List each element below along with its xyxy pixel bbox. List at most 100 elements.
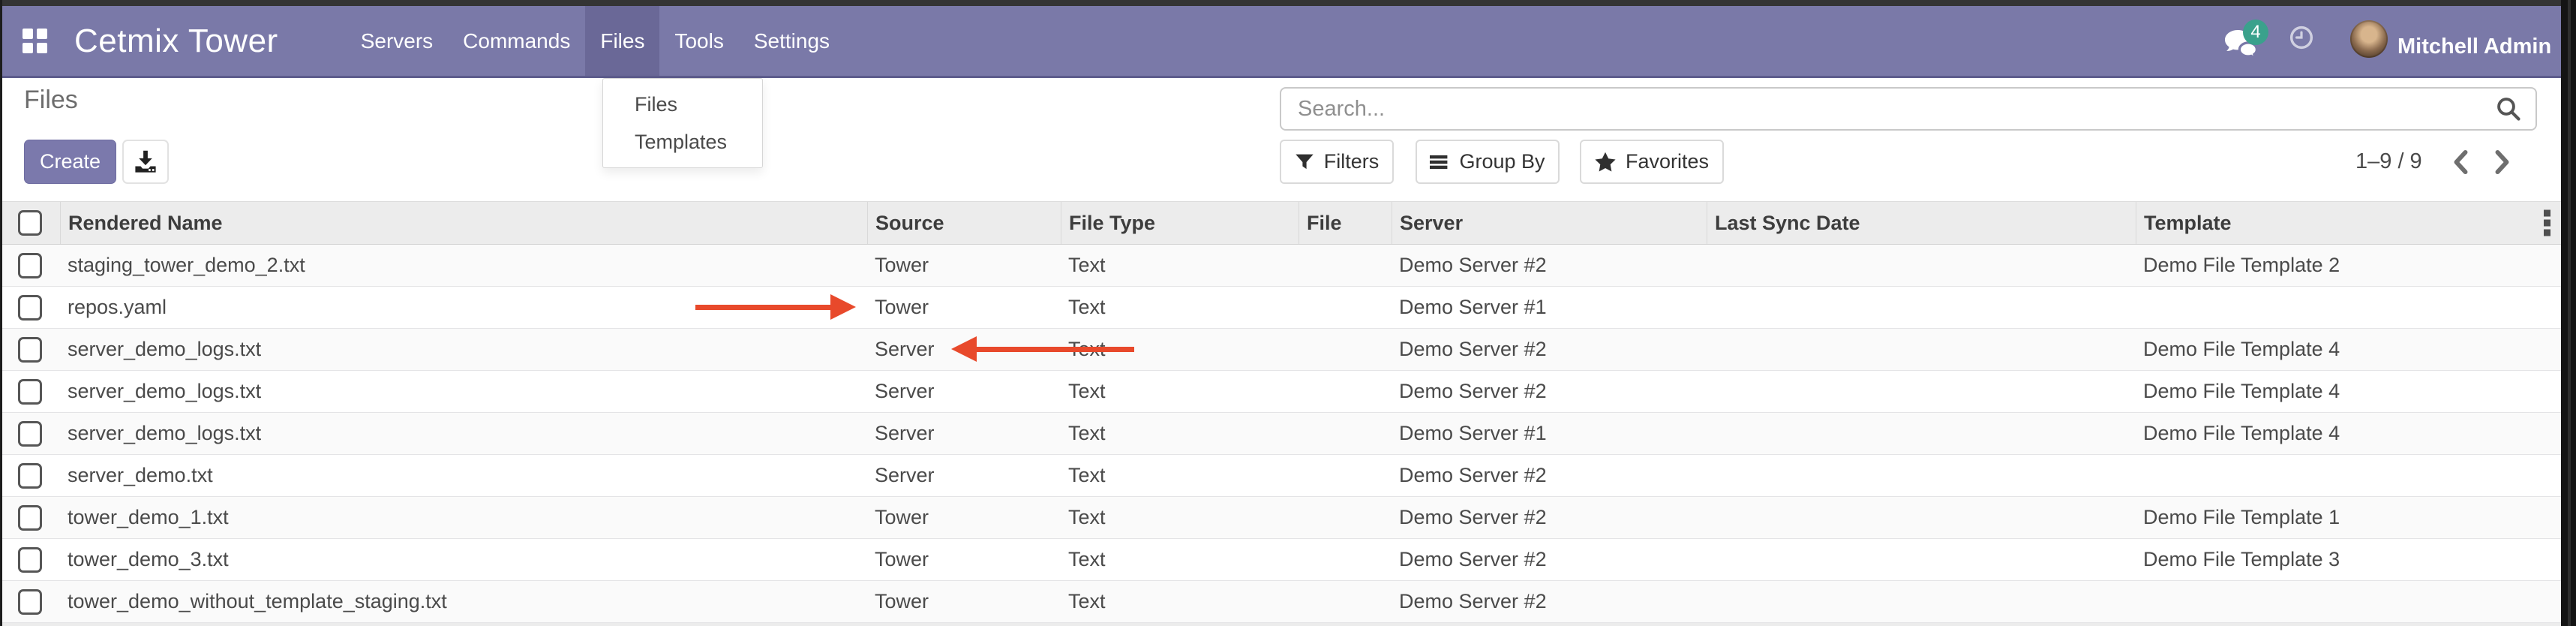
row-select-cell <box>0 539 60 580</box>
table-row[interactable]: server_demo_logs.txtServerTextDemo Serve… <box>0 329 2561 371</box>
window-edge-right <box>2561 0 2576 626</box>
table-row[interactable]: repos.yamlTowerTextDemo Server #1 <box>0 287 2561 329</box>
cell-source: Tower <box>867 245 1061 286</box>
column-header-file[interactable]: File <box>1299 202 1392 244</box>
row-checkbox[interactable] <box>18 505 42 531</box>
annotation-arrow-left <box>977 347 1134 352</box>
row-select-cell <box>0 245 60 286</box>
table-row[interactable]: tower_demo_without_template_staging.txt T… <box>0 581 2561 623</box>
column-header-last_sync_date[interactable]: Last Sync Date <box>1707 202 2136 244</box>
nav-item-tools[interactable]: Tools <box>659 6 738 76</box>
app-window: Cetmix Tower ServersCommandsFilesToolsSe… <box>0 0 2576 626</box>
cell-file_type: Text <box>1061 539 1299 580</box>
cell-template: Demo File Template 4 <box>2136 371 2559 412</box>
cell-file_type: Text <box>1061 581 1299 622</box>
create-button[interactable]: Create <box>24 140 116 184</box>
favorites-button[interactable]: Favorites <box>1580 140 1724 184</box>
row-select-cell <box>0 413 60 454</box>
column-header-template[interactable]: Template <box>2136 202 2559 244</box>
cell-file_type: Text <box>1061 497 1299 538</box>
search-box[interactable]: Search... <box>1280 87 2537 131</box>
filters-button[interactable]: Filters <box>1280 140 1394 184</box>
cell-last_sync_date <box>1707 371 2136 412</box>
cell-source: Tower <box>867 497 1061 538</box>
activities-button[interactable] <box>2289 26 2313 53</box>
cell-file_type: Text <box>1061 245 1299 286</box>
row-select-cell <box>0 455 60 496</box>
cell-template <box>2136 581 2559 622</box>
cell-rendered_name: server_demo_logs.txt <box>60 413 867 454</box>
messages-button[interactable]: 4 <box>2223 29 2259 64</box>
user-menu[interactable]: Mitchell Admin <box>2397 12 2551 82</box>
row-checkbox[interactable] <box>18 253 42 278</box>
cell-rendered_name: server_demo.txt <box>60 455 867 496</box>
row-checkbox[interactable] <box>18 463 42 489</box>
row-checkbox[interactable] <box>18 379 42 405</box>
cell-file <box>1299 497 1392 538</box>
top-navbar: Cetmix Tower ServersCommandsFilesToolsSe… <box>0 6 2576 78</box>
table-row[interactable]: staging_tower_demo_2.txtTowerTextDemo Se… <box>0 245 2561 287</box>
cell-file <box>1299 329 1392 370</box>
table-header: Rendered NameSourceFile TypeFileServerLa… <box>0 201 2561 245</box>
row-checkbox[interactable] <box>18 337 42 363</box>
cell-server: Demo Server #2 <box>1392 539 1707 580</box>
row-checkbox[interactable] <box>18 547 42 573</box>
select-all-cell <box>0 202 60 244</box>
row-select-cell <box>0 329 60 370</box>
dropdown-item-templates[interactable]: Templates <box>603 123 762 161</box>
search-icon[interactable] <box>2495 95 2522 122</box>
select-all-checkbox[interactable] <box>18 210 42 236</box>
cell-source: Server <box>867 455 1061 496</box>
import-button[interactable] <box>122 140 169 184</box>
table-row[interactable]: tower_demo_3.txtTowerTextDemo Server #2D… <box>0 539 2561 581</box>
nav-item-commands[interactable]: Commands <box>448 6 585 76</box>
cell-file_type: Text <box>1061 413 1299 454</box>
download-icon <box>133 149 158 175</box>
cell-template: Demo File Template 4 <box>2136 329 2559 370</box>
nav-item-settings[interactable]: Settings <box>739 6 845 76</box>
cell-file <box>1299 245 1392 286</box>
annotation-arrow-right <box>695 305 830 310</box>
column-header-source[interactable]: Source <box>867 202 1061 244</box>
cell-server: Demo Server #2 <box>1392 581 1707 622</box>
cell-rendered_name: tower_demo_without_template_staging.txt <box>60 581 867 622</box>
page-title: Files <box>24 86 78 115</box>
column-header-rendered_name[interactable]: Rendered Name <box>60 202 867 244</box>
cell-source: Tower <box>867 287 1061 328</box>
column-header-server[interactable]: Server <box>1392 202 1707 244</box>
cell-file_type: Text <box>1061 371 1299 412</box>
cell-template: Demo File Template 2 <box>2136 245 2559 286</box>
optional-columns-icon[interactable] <box>2544 210 2550 236</box>
chevron-left-icon <box>2452 150 2469 174</box>
group-by-button[interactable]: Group By <box>1416 140 1560 184</box>
cell-template: Demo File Template 1 <box>2136 497 2559 538</box>
row-checkbox[interactable] <box>18 421 42 447</box>
nav-item-files[interactable]: Files <box>585 6 659 76</box>
table-row[interactable]: tower_demo_1.txtTowerTextDemo Server #2D… <box>0 497 2561 539</box>
pager-next-button[interactable] <box>2494 150 2511 174</box>
cell-last_sync_date <box>1707 455 2136 496</box>
table-row[interactable]: server_demo.txtServerTextDemo Server #2 <box>0 455 2561 497</box>
pager-previous-button[interactable] <box>2452 150 2469 174</box>
cell-rendered_name: server_demo_logs.txt <box>60 329 867 370</box>
apps-grid-icon[interactable] <box>23 29 47 53</box>
dropdown-item-files[interactable]: Files <box>603 86 762 123</box>
brand-title[interactable]: Cetmix Tower <box>74 23 278 60</box>
table-row[interactable]: server_demo_logs.txtServerTextDemo Serve… <box>0 371 2561 413</box>
table-row[interactable]: server_demo_logs.txtServerTextDemo Serve… <box>0 413 2561 455</box>
cell-file <box>1299 371 1392 412</box>
row-select-cell <box>0 371 60 412</box>
row-checkbox[interactable] <box>18 295 42 321</box>
cell-file <box>1299 413 1392 454</box>
cell-server: Demo Server #2 <box>1392 245 1707 286</box>
user-avatar[interactable] <box>2350 20 2388 58</box>
cell-last_sync_date <box>1707 245 2136 286</box>
cell-server: Demo Server #1 <box>1392 413 1707 454</box>
cell-server: Demo Server #1 <box>1392 287 1707 328</box>
column-header-file_type[interactable]: File Type <box>1061 202 1299 244</box>
search-input[interactable]: Search... <box>1298 97 2495 122</box>
cell-template: Demo File Template 3 <box>2136 539 2559 580</box>
nav-item-servers[interactable]: Servers <box>346 6 448 76</box>
row-checkbox[interactable] <box>18 589 42 615</box>
files-table: Rendered NameSourceFile TypeFileServerLa… <box>0 201 2561 626</box>
